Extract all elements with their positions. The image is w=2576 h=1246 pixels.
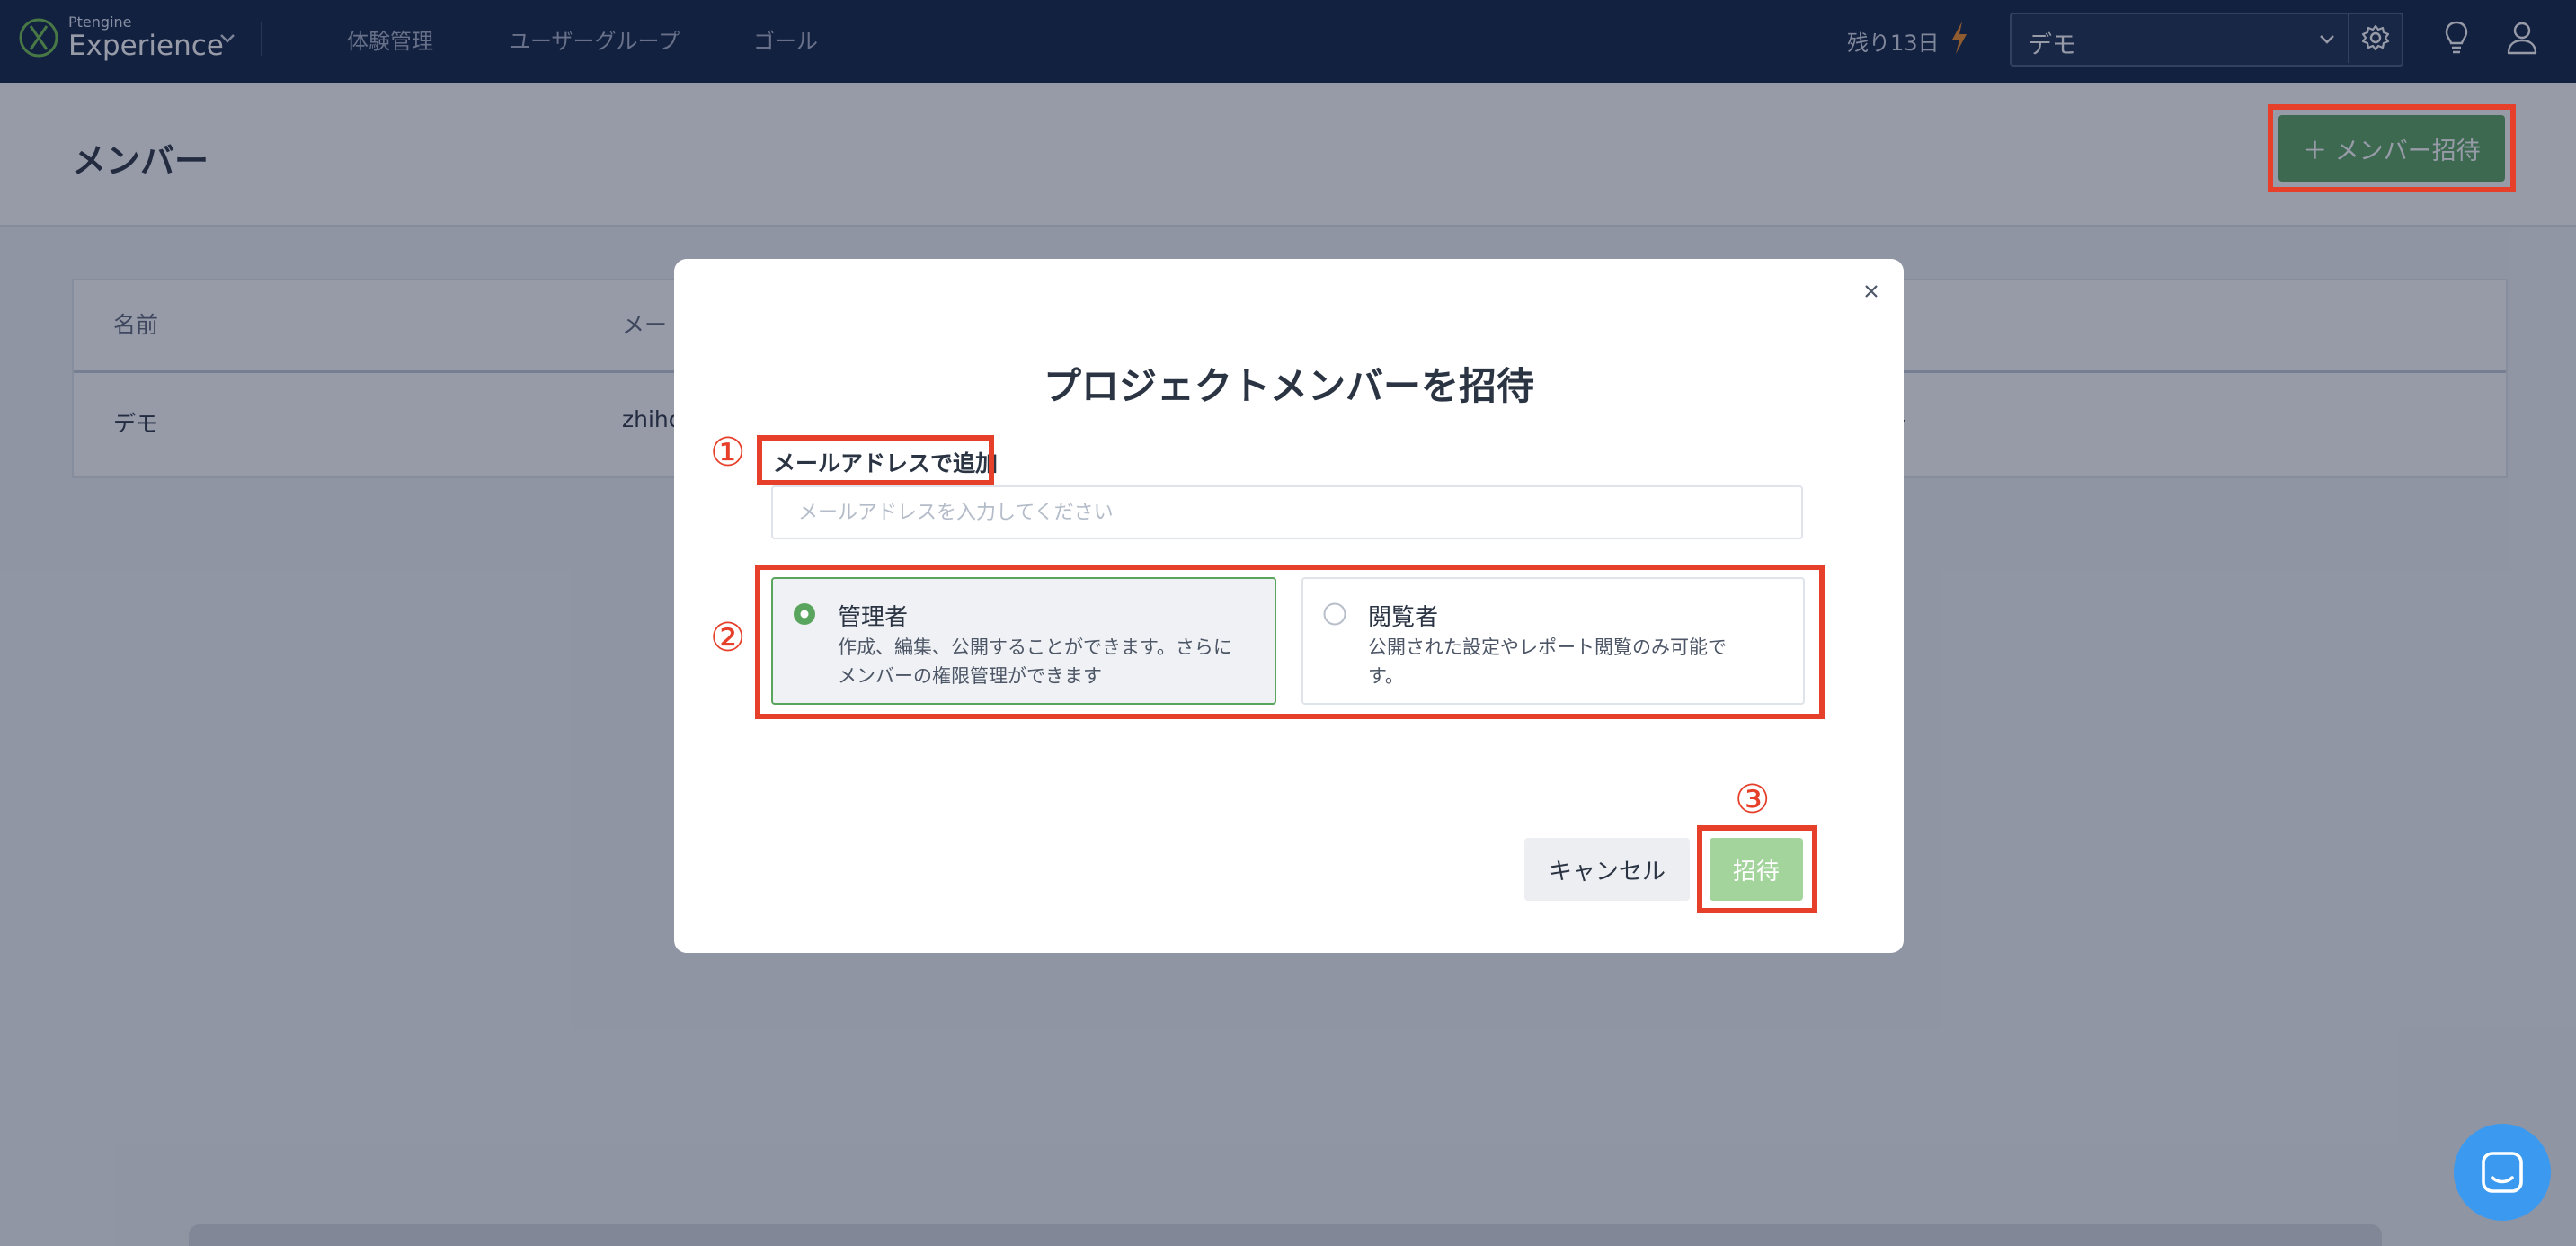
email-input[interactable] [771, 485, 1803, 539]
annotation-number-1: ① [710, 430, 746, 476]
annotation-box-email-label [757, 435, 994, 485]
close-icon[interactable] [1859, 279, 1884, 304]
modal-title: プロジェクトメンバーを招待 [1043, 364, 1534, 408]
annotation-number-3: ③ [1735, 777, 1771, 823]
annotation-number-2: ② [710, 615, 746, 661]
annotation-box-invite [2268, 104, 2516, 192]
cancel-button[interactable]: キャンセル [1524, 838, 1690, 901]
chat-icon [2482, 1152, 2523, 1193]
invite-modal: プロジェクトメンバーを招待 メールアドレスで追加 管理者 作成、編集、公開するこ… [674, 259, 1904, 953]
chat-launcher-button[interactable] [2454, 1124, 2551, 1221]
annotation-box-roles [755, 565, 1825, 719]
annotation-box-submit [1697, 825, 1817, 913]
